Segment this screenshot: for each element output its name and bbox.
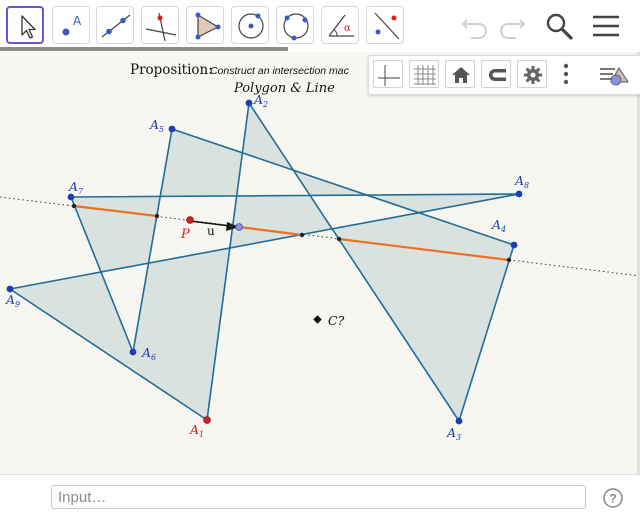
main-menu-button[interactable]	[588, 8, 624, 44]
intersection-point-3[interactable]	[228, 223, 234, 229]
point-tool-label: A	[73, 14, 82, 28]
vertex-a5[interactable]	[168, 125, 176, 133]
vector-u-label: u	[207, 224, 215, 238]
axes-icon	[378, 65, 400, 86]
perpendicular-line-tool-button[interactable]	[141, 6, 179, 44]
undo-icon	[461, 19, 487, 39]
standard-view-button[interactable]	[445, 60, 475, 88]
perpendicular-line-icon	[145, 12, 177, 42]
vertex-a3-label: A3	[446, 425, 461, 442]
vertex-a1[interactable]	[203, 416, 211, 424]
vertex-a8[interactable]	[515, 190, 523, 198]
polygon-icon	[195, 12, 221, 40]
graphics-drawing[interactable]: Proposition: Construct an intersection m…	[0, 52, 640, 474]
point-p[interactable]	[186, 216, 194, 224]
circle-three-points-tool-button[interactable]	[276, 6, 314, 44]
grid-icon	[414, 65, 436, 85]
point-icon: A	[62, 14, 82, 36]
line-tool-button[interactable]	[96, 6, 134, 44]
point-capturing-magnet-icon	[489, 69, 506, 81]
undo-button[interactable]	[457, 8, 493, 44]
graphics-view[interactable]: Proposition: Construct an intersection m…	[0, 52, 640, 474]
vertex-a1-label: A1	[189, 422, 204, 439]
move-tool-button[interactable]	[6, 6, 44, 44]
vertex-a3[interactable]	[455, 417, 463, 425]
angle-tool-button[interactable]: α	[321, 6, 359, 44]
line-through-two-points-icon	[101, 14, 131, 38]
point-c-label: C?	[328, 313, 345, 328]
proposition-text: Construct an intersection mac	[210, 65, 350, 77]
vertex-a7-label: A7	[68, 179, 84, 196]
angle-icon: α	[328, 14, 354, 37]
hamburger-menu-icon	[593, 15, 619, 37]
point-c[interactable]	[313, 315, 322, 324]
more-options-button[interactable]	[559, 60, 573, 88]
graphics-settings-button[interactable]	[517, 60, 547, 88]
vertex-a2[interactable]	[245, 99, 253, 107]
subtitle: Polygon & Line	[233, 81, 335, 96]
point-p-label: P	[180, 227, 190, 242]
angle-tool-label: α	[344, 23, 351, 34]
point-capturing-button[interactable]	[481, 60, 511, 88]
more-vertical-icon	[563, 63, 569, 85]
settings-gear-icon	[524, 66, 542, 84]
reflect-about-line-tool-button[interactable]	[366, 6, 404, 44]
help-question-icon: ?	[603, 488, 623, 508]
redo-button[interactable]	[494, 8, 530, 44]
arrow-cursor-icon	[21, 15, 36, 39]
home-icon	[452, 67, 470, 83]
toggle-axes-button[interactable]	[373, 60, 403, 88]
toolbar: A α	[0, 0, 640, 52]
style-bar-toggle-button[interactable]	[597, 60, 633, 88]
graphics-style-bar	[368, 55, 640, 95]
redo-icon	[500, 19, 526, 39]
svg-text:?: ?	[609, 492, 616, 506]
search-button[interactable]	[541, 8, 577, 44]
vertex-a7[interactable]	[67, 193, 75, 201]
intersection-point-1[interactable]	[71, 203, 77, 209]
algebra-input-bar: ?	[0, 474, 640, 521]
circle-with-center-icon	[238, 13, 264, 39]
vertex-a4-label: A4	[491, 217, 506, 234]
intersection-point-6[interactable]	[506, 257, 512, 263]
vertex-a6[interactable]	[129, 348, 137, 356]
style-bar-toggle-icon	[600, 67, 629, 86]
vector-endpoint[interactable]	[235, 223, 243, 231]
toggle-grid-button[interactable]	[409, 60, 439, 88]
intersection-point-2[interactable]	[154, 213, 160, 219]
toolbar-scroll-indicator	[0, 47, 288, 51]
polygon-tool-button[interactable]	[186, 6, 224, 44]
point-tool-button[interactable]: A	[52, 6, 90, 44]
reflect-about-line-icon	[374, 12, 400, 40]
vertex-a4[interactable]	[510, 241, 518, 249]
input-help-button[interactable]: ?	[602, 487, 624, 509]
proposition-label: Proposition:	[130, 62, 213, 78]
intersection-point-5[interactable]	[336, 236, 342, 242]
search-icon	[546, 13, 573, 40]
vertex-a5-label: A5	[149, 117, 164, 134]
circle-center-point-tool-button[interactable]	[231, 6, 269, 44]
circle-through-three-points-icon	[283, 13, 309, 41]
polygon-a1-a9[interactable]	[9, 102, 520, 422]
algebra-input-field[interactable]	[51, 485, 586, 509]
vertex-a8-label: A8	[514, 173, 529, 190]
intersection-point-4[interactable]	[299, 232, 305, 238]
